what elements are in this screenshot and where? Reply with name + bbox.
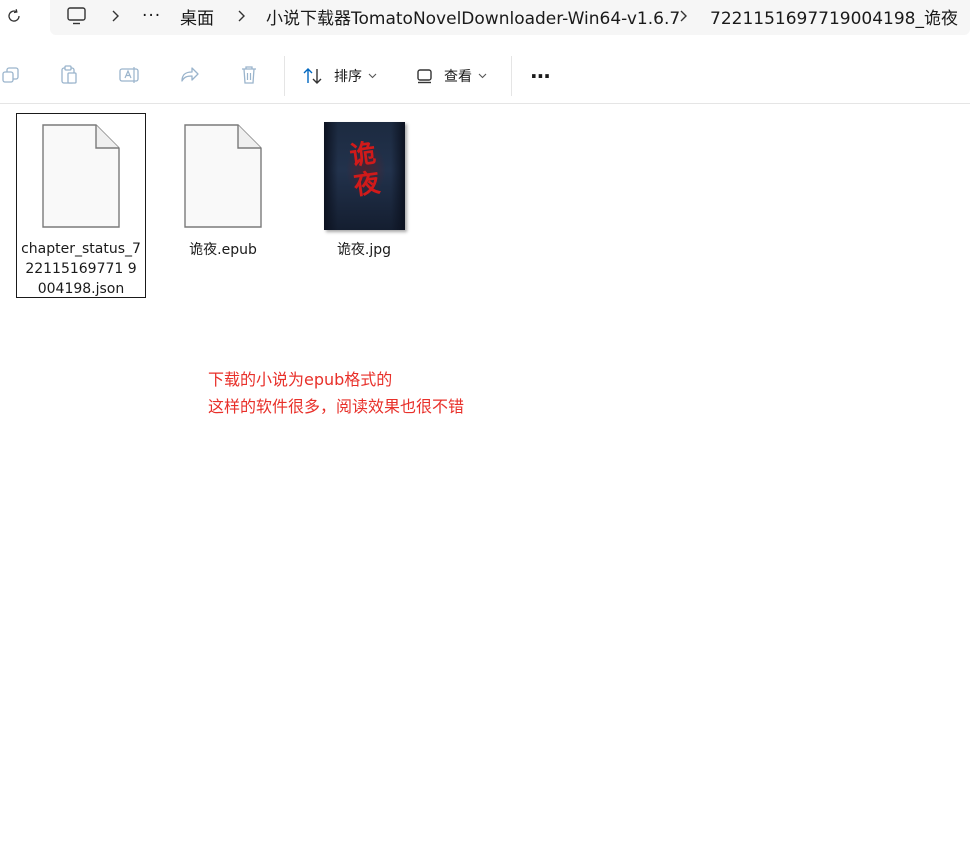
- file-name: 诡夜.epub: [189, 242, 257, 258]
- rename-button[interactable]: [118, 64, 140, 86]
- rename-icon: [119, 67, 139, 83]
- chevron-right-icon: [678, 5, 688, 27]
- paste-button[interactable]: [58, 64, 80, 86]
- generic-file-icon: [42, 124, 120, 228]
- annotation-line-1: 下载的小说为epub格式的: [208, 370, 393, 389]
- file-thumbnail: 诡夜: [323, 122, 405, 230]
- share-icon: [181, 67, 199, 82]
- breadcrumb-item-current[interactable]: 7221151697719004198_诡夜: [710, 4, 958, 29]
- cover-image: 诡夜: [323, 122, 405, 230]
- breadcrumb-overflow[interactable]: ···: [142, 4, 161, 28]
- file-thumbnail: [40, 123, 122, 229]
- file-thumbnail: [182, 122, 264, 230]
- share-button[interactable]: [178, 64, 200, 86]
- file-item-jpg[interactable]: 诡夜 诡夜.jpg: [299, 113, 429, 298]
- copy-icon: [2, 67, 19, 83]
- this-pc-button[interactable]: [66, 4, 88, 28]
- sort-label: 排序: [334, 69, 362, 85]
- annotation-text: 下载的小说为epub格式的 这样的软件很多，阅读效果也很不错: [208, 366, 464, 420]
- annotation-line-2: 这样的软件很多，阅读效果也很不错: [208, 397, 465, 416]
- breadcrumb[interactable]: ··· 桌面 小说下载器TomatoNovelDownloader-Win64-…: [50, 0, 970, 35]
- breadcrumb-item-desktop[interactable]: 桌面: [180, 4, 214, 29]
- file-name: chapter_status_722115169771 9004198.json: [21, 241, 141, 297]
- file-name: 诡夜.jpg: [336, 242, 392, 258]
- chevron-right-icon: [110, 5, 120, 27]
- command-bar: 排序 查看 ···: [0, 48, 970, 104]
- monitor-icon: [67, 7, 86, 25]
- breadcrumb-item-downloader[interactable]: 小说下载器TomatoNovelDownloader-Win64-v1.6.7: [266, 4, 680, 29]
- sort-button[interactable]: 排序: [302, 62, 377, 90]
- sort-icon: [303, 68, 322, 84]
- refresh-icon: [8, 9, 20, 22]
- trash-icon: [242, 66, 256, 84]
- chevron-down-icon: [368, 73, 377, 79]
- chevron-down-icon: [478, 73, 487, 79]
- address-bar: ··· 桌面 小说下载器TomatoNovelDownloader-Win64-…: [0, 0, 970, 38]
- refresh-button[interactable]: [4, 6, 24, 26]
- generic-file-icon: [184, 124, 262, 228]
- view-button[interactable]: 查看: [416, 62, 487, 90]
- view-label: 查看: [444, 69, 472, 85]
- copy-button[interactable]: [0, 64, 22, 86]
- more-options-button[interactable]: ···: [530, 62, 551, 90]
- view-icon: [417, 69, 432, 84]
- delete-button[interactable]: [238, 64, 260, 86]
- file-item-json[interactable]: chapter_status_722115169771 9004198.json: [16, 113, 146, 298]
- toolbar-divider: [284, 56, 285, 96]
- chevron-right-icon: [236, 5, 246, 27]
- paste-icon: [61, 65, 77, 84]
- file-item-epub[interactable]: 诡夜.epub: [158, 113, 288, 298]
- toolbar-divider: [511, 56, 512, 96]
